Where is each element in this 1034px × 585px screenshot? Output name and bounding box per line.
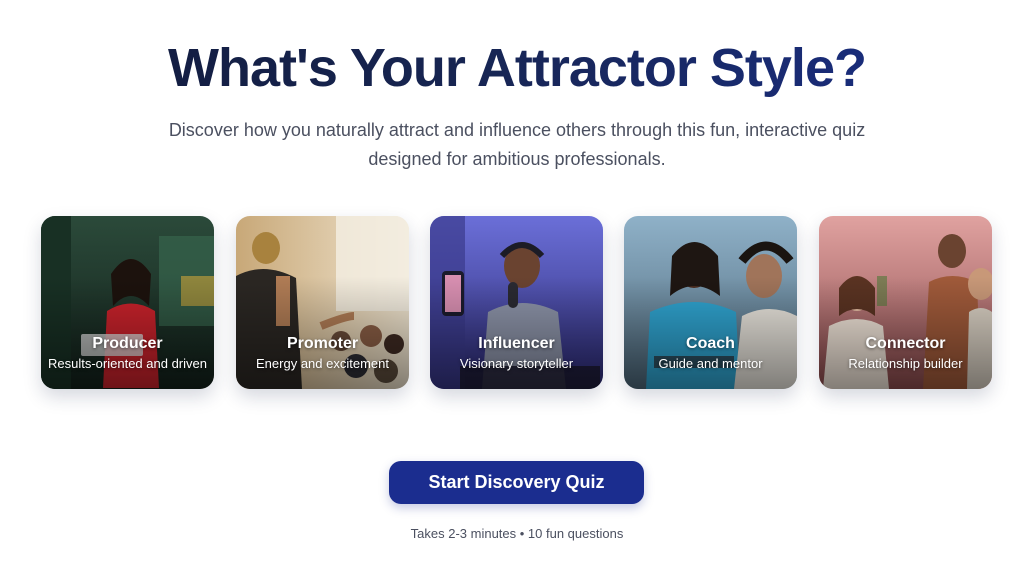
style-name: Influencer (478, 335, 555, 352)
style-card-influencer[interactable]: Influencer Visionary storyteller (430, 216, 603, 389)
page-title: What's Your Attractor Style? (0, 36, 1034, 100)
style-description: Results-oriented and driven (48, 356, 207, 371)
style-name: Connector (865, 335, 946, 352)
start-quiz-button[interactable]: Start Discovery Quiz (389, 461, 644, 504)
style-description: Energy and excitement (256, 356, 389, 371)
style-card-promoter[interactable]: Promoter Energy and excitement (236, 216, 409, 389)
page-subtitle: Discover how you naturally attract and i… (168, 120, 866, 169)
card-label: Connector Relationship builder (825, 334, 986, 373)
style-card-producer[interactable]: Producer Results-oriented and driven (41, 216, 214, 389)
style-card-coach[interactable]: Coach Guide and mentor (624, 216, 797, 389)
style-name: Promoter (286, 335, 359, 352)
style-name: Coach (686, 335, 735, 352)
quiz-duration-note: Takes 2-3 minutes • 10 fun questions (410, 526, 624, 541)
style-description: Relationship builder (848, 356, 963, 371)
style-description: Visionary storyteller (459, 356, 574, 371)
attractor-style-cards: Producer Results-oriented and driven Pro… (41, 216, 993, 389)
card-label: Producer Results-oriented and driven (47, 334, 208, 373)
card-label: Influencer Visionary storyteller (436, 334, 597, 373)
landing-hero: What's Your Attractor Style? Discover ho… (0, 0, 1034, 585)
card-label: Coach Guide and mentor (630, 334, 791, 373)
style-description: Guide and mentor (658, 356, 763, 371)
style-card-connector[interactable]: Connector Relationship builder (819, 216, 992, 389)
style-name: Producer (92, 335, 163, 352)
card-label: Promoter Energy and excitement (242, 334, 403, 373)
